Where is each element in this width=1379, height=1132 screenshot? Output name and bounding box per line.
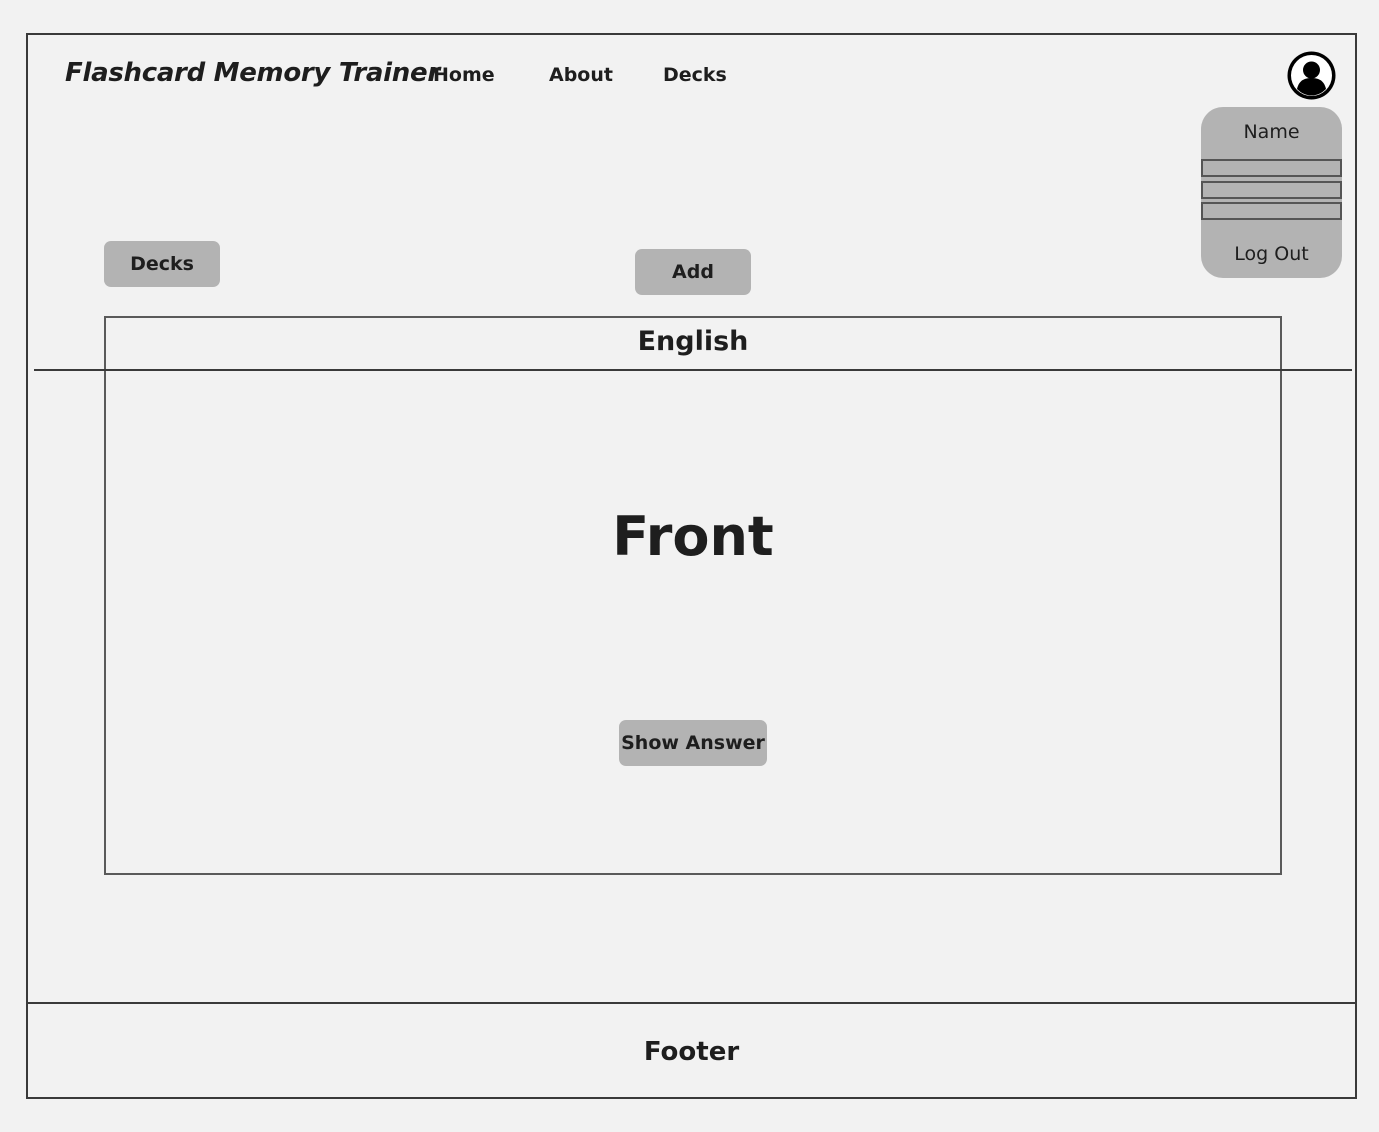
show-answer-button[interactable]: Show Answer: [619, 720, 767, 766]
user-avatar-icon[interactable]: [1287, 51, 1336, 100]
nav-about-link[interactable]: About: [549, 64, 613, 86]
user-menu-item[interactable]: [1201, 159, 1342, 177]
deck-title: English: [637, 326, 749, 357]
decks-button[interactable]: Decks: [104, 241, 220, 287]
nav-decks-link[interactable]: Decks: [663, 64, 727, 86]
add-button[interactable]: Add: [635, 249, 751, 295]
flashcard: [104, 316, 1282, 875]
app-title: Flashcard Memory Trainer: [65, 58, 440, 88]
footer-label: Footer: [643, 1036, 740, 1067]
user-dropdown-menu: Name Log Out: [1201, 107, 1342, 278]
user-menu-item[interactable]: [1201, 202, 1342, 220]
user-menu-item[interactable]: [1201, 181, 1342, 199]
nav-home-link[interactable]: Home: [433, 64, 495, 86]
logout-link[interactable]: Log Out: [1201, 243, 1342, 265]
card-face-text: Front: [612, 505, 774, 568]
footer: Footer: [26, 1002, 1357, 1099]
divider: [34, 369, 1352, 371]
user-name: Name: [1243, 121, 1300, 143]
